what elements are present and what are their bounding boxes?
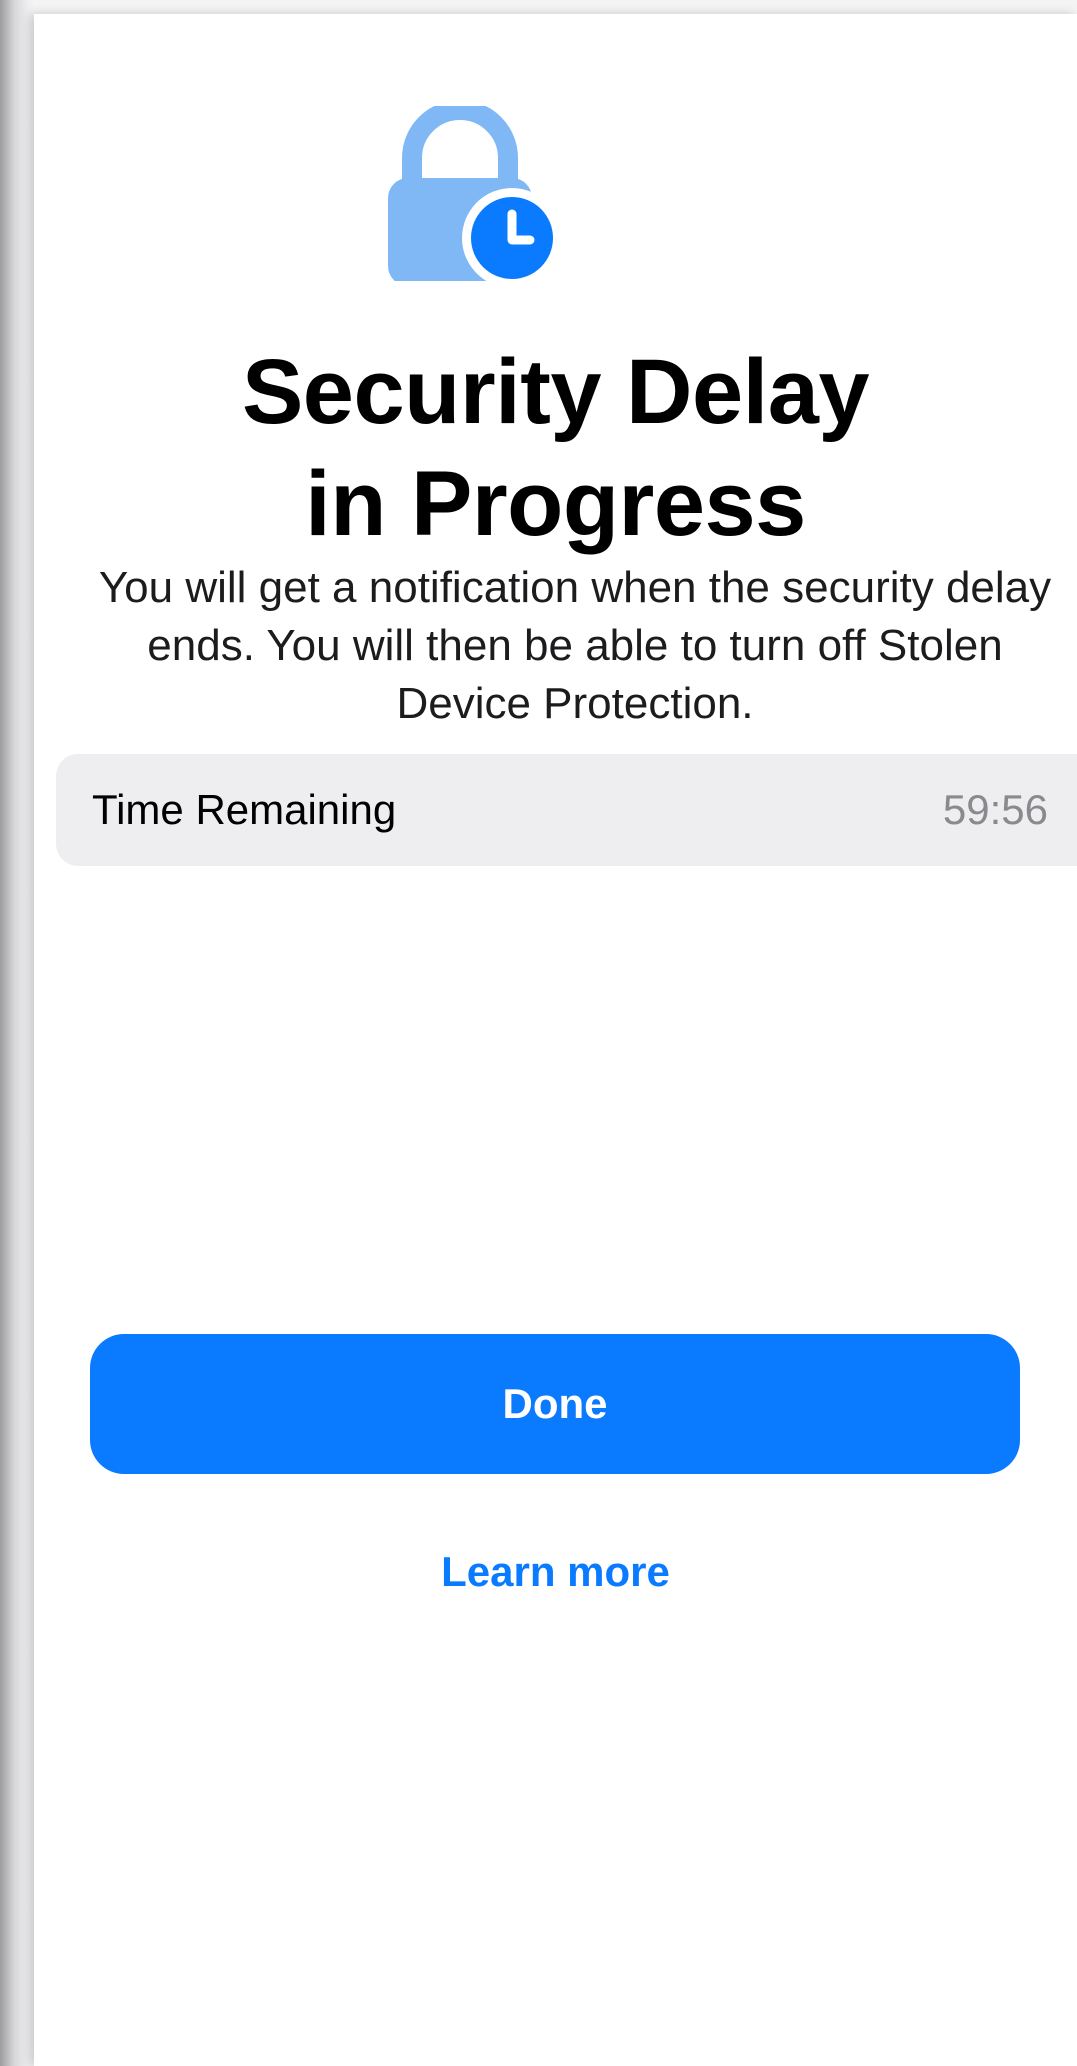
time-remaining-label: Time Remaining [92, 786, 397, 833]
description-text: You will get a notification when the sec… [98, 563, 1052, 728]
page-title: Security Delay in Progress [34, 336, 1077, 560]
time-remaining-value: 59:56 [942, 786, 1048, 833]
screen: Security Delay in Progress You will get … [34, 14, 1077, 2066]
device-frame: Security Delay in Progress You will get … [0, 0, 1077, 2066]
done-button[interactable]: Done [90, 1334, 1020, 1474]
learn-more-link[interactable]: Learn more [34, 1542, 1077, 1602]
lock-clock-icon [384, 106, 559, 281]
title-line-2: in Progress [305, 453, 806, 555]
title-line-1: Security Delay [241, 341, 870, 443]
time-remaining-row: Time Remaining 59:56 [56, 754, 1077, 866]
